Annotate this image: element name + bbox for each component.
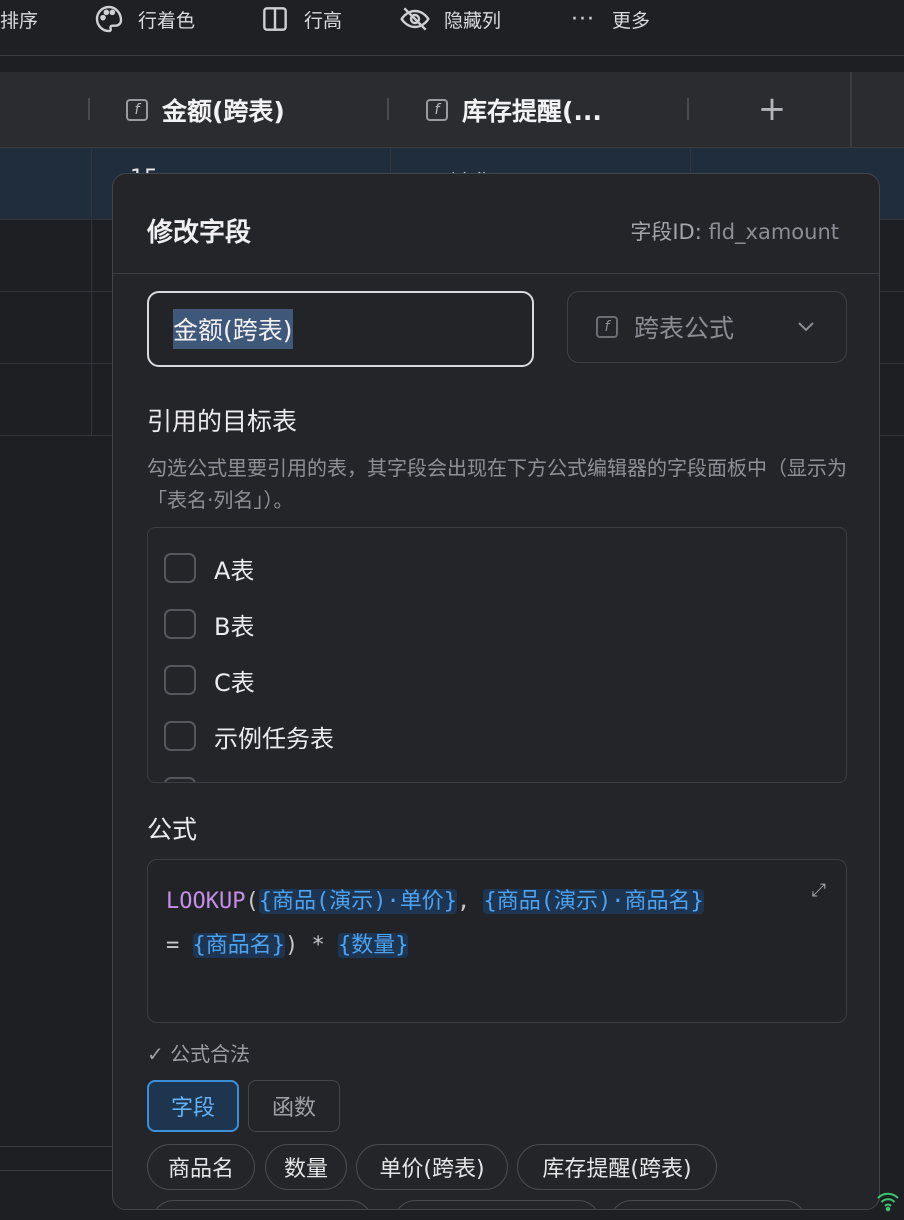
table-option-b[interactable]: B表 — [164, 608, 255, 641]
wifi-icon — [877, 1192, 899, 1212]
checkbox[interactable] — [164, 665, 196, 695]
formula-label: 公式 — [147, 815, 198, 844]
column-divider[interactable] — [687, 98, 689, 120]
tab-fields[interactable]: 字段 — [147, 1080, 239, 1132]
row-color-button[interactable]: 行着色 — [92, 0, 195, 38]
formula-icon: f — [126, 99, 148, 121]
sort-button[interactable]: 排序 — [0, 0, 38, 38]
palette-icon — [92, 2, 126, 36]
formula-paren: ( — [245, 889, 259, 914]
field-chip[interactable]: 商品名 — [147, 1144, 255, 1190]
field-id-label: 字段ID: — [630, 220, 702, 244]
tab-functions[interactable]: 函数 — [248, 1080, 340, 1132]
field-type-label: 跨表公式 — [634, 314, 735, 343]
table-option-demo-tasks[interactable]: 示例任务表 — [164, 720, 334, 753]
edit-field-panel: 修改字段 字段ID: fld_xamount 金额(跨表) f 跨表公式 引用的… — [112, 173, 880, 1210]
ref-tables-label: 引用的目标表 — [147, 407, 298, 436]
table-option-label: 示例任务表 — [214, 724, 334, 753]
formula-operator: ) * — [285, 933, 338, 958]
table-option-products[interactable]: 商品(演示) — [164, 775, 329, 783]
toolbar: 排序 行着色 行高 隐藏列 ··· 更多 — [0, 0, 904, 56]
field-chip[interactable]: 库存提醒(跨表) — [517, 1144, 717, 1190]
column-header-amount[interactable]: f 金额(跨表) — [126, 72, 285, 148]
column-header-label: 金额(跨表) — [162, 97, 285, 126]
eye-off-icon — [398, 2, 432, 36]
row-height-label: 行高 — [304, 9, 343, 32]
formula-field-ref[interactable]: {商品(演示)·单价} — [258, 889, 457, 914]
grid-divider — [0, 1146, 112, 1147]
more-label: 更多 — [612, 9, 651, 32]
ref-tables-list[interactable]: A表 B表 C表 示例任务表 商品(演示) — [147, 527, 847, 783]
formula-comma: , — [456, 889, 484, 914]
column-header-label: 库存提醒(... — [462, 97, 602, 126]
field-chip[interactable]: 数量 — [265, 1144, 347, 1190]
checkbox[interactable] — [164, 777, 196, 782]
field-chip[interactable] — [609, 1200, 807, 1209]
panel-header: 修改字段 字段ID: fld_xamount — [113, 174, 879, 274]
formula-text: LOOKUP({商品(演示)·单价}, {商品(演示)·商品名} = {商品名}… — [166, 880, 806, 968]
table-option-a[interactable]: A表 — [164, 552, 255, 585]
table-option-label: A表 — [214, 556, 255, 585]
hide-columns-button[interactable]: 隐藏列 — [398, 0, 501, 38]
column-header-stock-alert[interactable]: f 库存提醒(... — [426, 72, 602, 148]
field-id-value: fld_xamount — [708, 220, 839, 244]
field-type-select[interactable]: f 跨表公式 — [567, 291, 847, 363]
field-chip[interactable] — [151, 1200, 373, 1209]
formula-editor[interactable]: LOOKUP({商品(演示)·单价}, {商品(演示)·商品名} = {商品名}… — [147, 859, 847, 1023]
table-option-label: B表 — [214, 612, 255, 641]
formula-icon: f — [426, 99, 448, 121]
panel-title: 修改字段 — [147, 218, 252, 248]
field-id: 字段ID: fld_xamount — [630, 216, 839, 246]
header-right-border — [850, 72, 852, 148]
checkbox[interactable] — [164, 721, 196, 751]
formula-equals: = — [166, 933, 193, 958]
checkbox[interactable] — [164, 553, 196, 583]
sort-label: 排序 — [0, 9, 39, 32]
column-divider[interactable] — [88, 98, 90, 120]
field-name-input[interactable]: 金额(跨表) — [147, 291, 534, 367]
expand-icon[interactable]: ⤢ — [812, 880, 826, 901]
field-name-value: 金额(跨表) — [173, 309, 293, 349]
formula-icon: f — [596, 316, 618, 338]
grid-divider — [91, 148, 92, 436]
table-option-label: 商品(演示) — [214, 775, 329, 783]
more-button[interactable]: ··· 更多 — [566, 0, 650, 38]
row-height-icon — [258, 2, 292, 36]
row-color-label: 行着色 — [138, 9, 196, 32]
field-chip[interactable] — [393, 1200, 601, 1209]
chevron-down-icon — [798, 322, 814, 332]
add-column-button[interactable]: + — [752, 84, 792, 134]
hide-columns-label: 隐藏列 — [444, 9, 502, 32]
column-divider[interactable] — [387, 98, 389, 120]
field-chip[interactable]: 单价(跨表) — [356, 1144, 508, 1190]
table-option-label: C表 — [214, 668, 255, 697]
ref-tables-help: 勾选公式里要引用的表，其字段会出现在下方公式编辑器的字段面板中（显示为「表名·列… — [147, 456, 847, 512]
formula-field-ref[interactable]: {数量} — [337, 933, 409, 958]
formula-function: LOOKUP — [166, 889, 246, 914]
formula-valid-status: ✓ 公式合法 — [147, 1042, 251, 1066]
formula-field-ref[interactable]: {商品(演示)·商品名} — [483, 889, 704, 914]
table-option-c[interactable]: C表 — [164, 664, 255, 697]
app-root: 排序 行着色 行高 隐藏列 ··· 更多 f 金额(跨表) f 库存提醒(...… — [0, 0, 904, 1220]
row-height-button[interactable]: 行高 — [258, 0, 342, 38]
more-icon: ··· — [571, 6, 595, 32]
grid-divider — [0, 1170, 112, 1171]
formula-field-ref[interactable]: {商品名} — [192, 933, 285, 958]
checkbox[interactable] — [164, 609, 196, 639]
